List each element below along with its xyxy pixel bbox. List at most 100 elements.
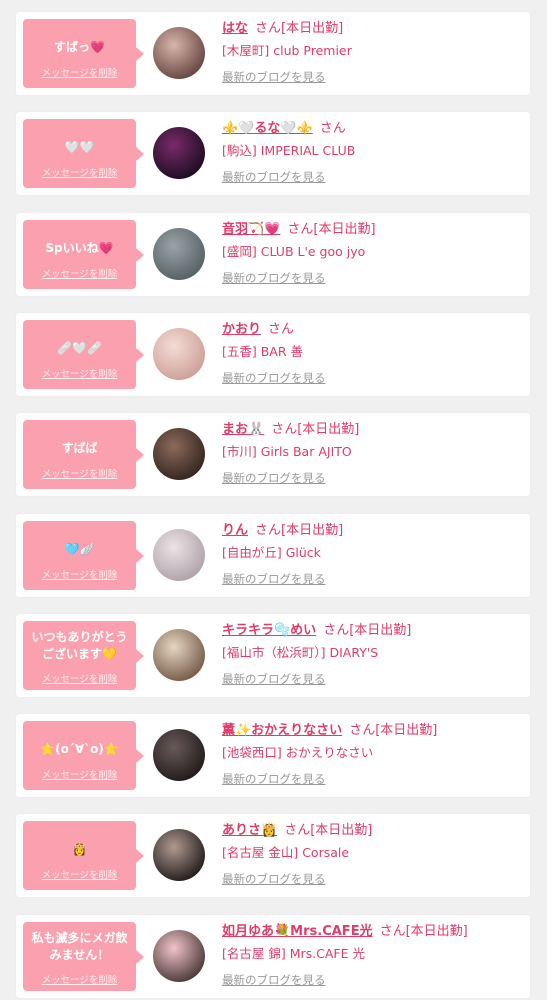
shop-name: [福山市（松浜町）] DIARY'S	[222, 644, 379, 660]
delete-message-link[interactable]: メッセージを削除	[23, 567, 136, 581]
delete-message-link[interactable]: メッセージを削除	[23, 65, 136, 79]
message-text: 👸	[72, 842, 87, 857]
latest-blog-link[interactable]: 最新のブログを見る	[222, 69, 526, 85]
message-card: 私も滅多にメガ飲 みません！ メッセージを削除 如月ゆあ💐Mrs.CAFE光 さん…	[16, 914, 530, 998]
avatar[interactable]	[153, 628, 205, 681]
profile-info: 薫✨おかえりなさい さん[本日出勤] [池袋西口] おかえりなさい 最新のブログを…	[222, 722, 526, 787]
avatar[interactable]	[153, 528, 205, 581]
honorific-status: さん[本日出勤]	[323, 622, 412, 638]
delete-message-link[interactable]: メッセージを削除	[23, 466, 136, 480]
honorific-status: さん[本日出勤]	[379, 923, 468, 939]
cast-name-link[interactable]: はな	[222, 21, 248, 36]
delete-message-link[interactable]: メッセージを削除	[23, 972, 136, 986]
shop-name: [自由が丘] Glück	[222, 544, 321, 560]
latest-blog-link[interactable]: 最新のブログを見る	[222, 871, 526, 887]
latest-blog-link[interactable]: 最新のブログを見る	[222, 671, 526, 687]
message-bubble: すばば メッセージを削除	[23, 420, 144, 490]
shop-name: [駒込] IMPERIAL CLUB	[222, 143, 356, 159]
message-card: 🩵🪽 メッセージを削除 りん さん[本日出勤] [自由が丘] Glück 最新のブ…	[16, 513, 530, 597]
delete-message-link[interactable]: メッセージを削除	[23, 767, 136, 781]
cast-name-link[interactable]: ⚜️🤍るな🤍⚜️	[222, 121, 313, 136]
message-bubble: ⭐️(o´∀`o)⭐️ メッセージを削除	[23, 721, 144, 791]
message-card: いつもありがとう ございます💛 メッセージを削除 キラキラ🫧めい さん[本日出勤]…	[16, 613, 530, 697]
cast-name-link[interactable]: 如月ゆあ💐Mrs.CAFE光	[222, 924, 373, 939]
shop-name: [名古屋 錦] Mrs.CAFE 光	[222, 945, 365, 961]
latest-blog-link[interactable]: 最新のブログを見る	[222, 972, 526, 988]
avatar[interactable]	[153, 428, 205, 481]
message-bubble: 🤍🤍 メッセージを削除	[23, 119, 144, 189]
profile-info: キラキラ🫧めい さん[本日出勤] [福山市（松浜町）] DIARY'S 最新のブロ…	[222, 622, 526, 687]
message-text: Spいいね💗	[45, 240, 114, 255]
cast-name-link[interactable]: りん	[222, 523, 248, 538]
latest-blog-link[interactable]: 最新のブログを見る	[222, 571, 526, 587]
message-list: すばっ💗 メッセージを削除 はな さん[本日出勤] [木屋町] club Prem…	[0, 0, 547, 1000]
shop-name: [五香] BAR 善	[222, 343, 304, 359]
message-bubble: 👸 メッセージを削除	[23, 821, 144, 891]
latest-blog-link[interactable]: 最新のブログを見る	[222, 470, 526, 486]
delete-message-link[interactable]: メッセージを削除	[23, 266, 136, 280]
latest-blog-link[interactable]: 最新のブログを見る	[222, 370, 526, 386]
cast-name-link[interactable]: まお🐰	[222, 422, 264, 437]
message-text: 🩵🪽	[64, 541, 95, 556]
honorific-status: さん	[319, 121, 346, 137]
message-card: Spいいね💗 メッセージを削除 音羽🏹💗 さん[本日出勤] [盛岡] CLUB L…	[16, 212, 530, 296]
message-text: ⭐️(o´∀`o)⭐️	[40, 742, 119, 757]
message-card: 👸 メッセージを削除 ありさ👸 さん[本日出勤] [名古屋 金山] Corsale…	[16, 814, 530, 898]
honorific-status: さん[本日出勤]	[349, 723, 438, 739]
delete-message-link[interactable]: メッセージを削除	[23, 165, 136, 179]
delete-message-link[interactable]: メッセージを削除	[23, 366, 136, 380]
message-text: 私も滅多にメガ飲 みません！	[31, 930, 128, 962]
message-bubble: 私も滅多にメガ飲 みません！ メッセージを削除	[23, 921, 144, 991]
cast-name-link[interactable]: ありさ👸	[222, 823, 277, 838]
shop-name: [池袋西口] おかえりなさい	[222, 745, 374, 761]
avatar[interactable]	[153, 327, 205, 380]
cast-name-link[interactable]: キラキラ🫧めい	[222, 623, 316, 638]
message-text: 🤍🤍	[64, 140, 95, 155]
cast-name-link[interactable]: 薫✨おかえりなさい	[222, 723, 342, 738]
avatar[interactable]	[153, 929, 205, 982]
message-bubble: いつもありがとう ございます💛 メッセージを削除	[23, 620, 144, 690]
message-card: ⭐️(o´∀`o)⭐️ メッセージを削除 薫✨おかえりなさい さん[本日出勤] […	[16, 714, 530, 798]
profile-info: かおり さん [五香] BAR 善 最新のブログを見る	[222, 321, 526, 386]
delete-message-link[interactable]: メッセージを削除	[23, 671, 136, 685]
message-text: すばっ💗	[54, 40, 105, 54]
cast-name-link[interactable]: 音羽🏹💗	[222, 222, 280, 237]
latest-blog-link[interactable]: 最新のブログを見る	[222, 169, 526, 185]
message-bubble: すばっ💗 メッセージを削除	[23, 19, 144, 88]
profile-info: 音羽🏹💗 さん[本日出勤] [盛岡] CLUB L'e goo jyo 最新のブロ…	[222, 221, 526, 286]
message-bubble: Spいいね💗 メッセージを削除	[23, 219, 144, 289]
delete-message-link[interactable]: メッセージを削除	[23, 867, 136, 881]
message-card: 🩹🤍🩹 メッセージを削除 かおり さん [五香] BAR 善 最新のブログを見る	[16, 312, 530, 396]
message-bubble: 🩹🤍🩹 メッセージを削除	[23, 319, 144, 389]
avatar[interactable]	[153, 829, 205, 882]
honorific-status: さん[本日出勤]	[284, 823, 373, 839]
avatar[interactable]	[153, 729, 205, 782]
avatar[interactable]	[153, 227, 205, 280]
message-card: すばば メッセージを削除 まお🐰 さん[本日出勤] [市川] Girls Bar …	[16, 413, 530, 497]
profile-info: まお🐰 さん[本日出勤] [市川] Girls Bar AJITO 最新のブログを…	[222, 421, 526, 486]
shop-name: [名古屋 金山] Corsale	[222, 845, 350, 861]
honorific-status: さん[本日出勤]	[255, 21, 344, 36]
message-card: 🤍🤍 メッセージを削除 ⚜️🤍るな🤍⚜️ さん [駒込] IMPERIAL CLU…	[16, 112, 530, 196]
latest-blog-link[interactable]: 最新のブログを見る	[222, 270, 526, 286]
honorific-status: さん[本日出勤]	[287, 221, 376, 237]
honorific-status: さん	[268, 321, 295, 337]
message-text: いつもありがとう ございます💛	[31, 629, 128, 661]
profile-info: はな さん[本日出勤] [木屋町] club Premier 最新のブログを見る	[222, 20, 526, 85]
profile-info: りん さん[本日出勤] [自由が丘] Glück 最新のブログを見る	[222, 522, 526, 587]
profile-info: ありさ👸 さん[本日出勤] [名古屋 金山] Corsale 最新のブログを見る	[222, 822, 526, 887]
message-text: 🩹🤍🩹	[57, 340, 102, 355]
honorific-status: さん[本日出勤]	[255, 522, 344, 538]
message-card: すばっ💗 メッセージを削除 はな さん[本日出勤] [木屋町] club Prem…	[16, 12, 530, 95]
shop-name: [盛岡] CLUB L'e goo jyo	[222, 243, 366, 259]
message-bubble: 🩵🪽 メッセージを削除	[23, 520, 144, 590]
avatar[interactable]	[153, 27, 205, 79]
profile-info: 如月ゆあ💐Mrs.CAFE光 さん[本日出勤] [名古屋 錦] Mrs.CAFE …	[222, 923, 526, 988]
latest-blog-link[interactable]: 最新のブログを見る	[222, 771, 526, 787]
honorific-status: さん[本日出勤]	[271, 422, 360, 438]
shop-name: [市川] Girls Bar AJITO	[222, 444, 352, 460]
avatar[interactable]	[153, 127, 205, 180]
message-text: すばば	[61, 441, 98, 456]
profile-info: ⚜️🤍るな🤍⚜️ さん [駒込] IMPERIAL CLUB 最新のブログを見る	[222, 120, 526, 185]
cast-name-link[interactable]: かおり	[222, 322, 261, 337]
